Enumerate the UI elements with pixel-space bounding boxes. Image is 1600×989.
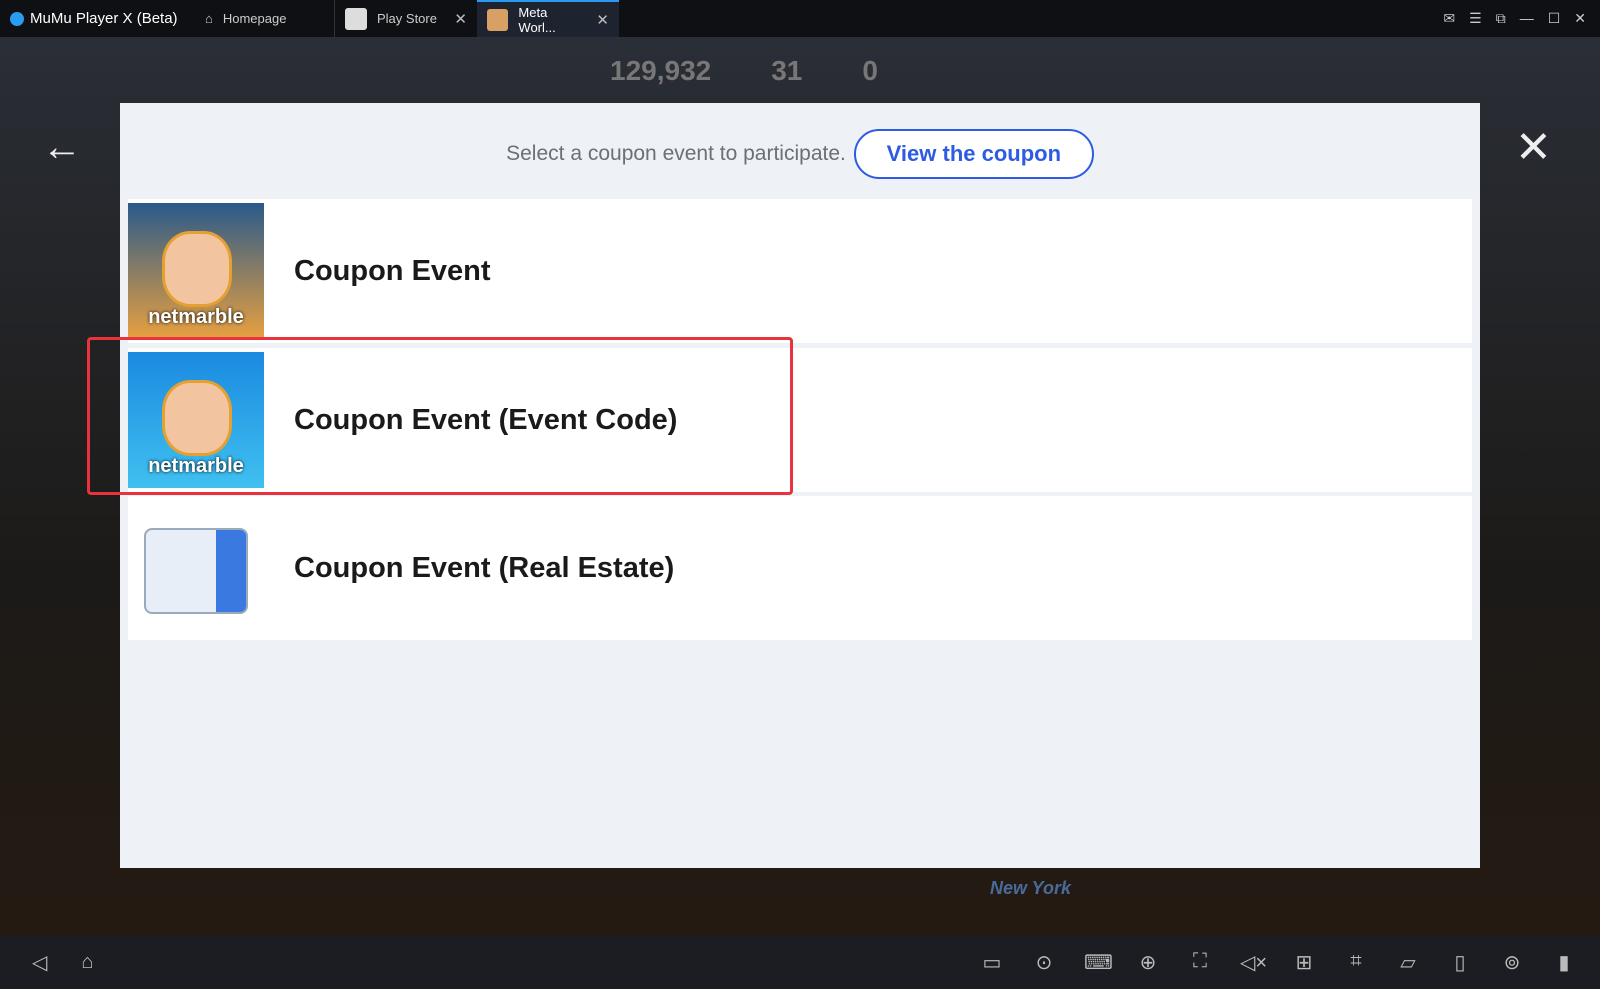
operation-record-icon[interactable]: ⊙ xyxy=(1032,950,1056,975)
close-tab-icon[interactable]: ✕ xyxy=(596,11,609,29)
bottom-toolbar: ◁ ⌂ ▭ ⊙ ⌨ ⊕ ⛶ ◁× ⊞ ⌗ ▱ ▯ ⊚ ▮ xyxy=(0,936,1600,989)
folder-icon[interactable]: ▱ xyxy=(1396,950,1420,975)
close-tab-icon[interactable]: ✕ xyxy=(454,10,467,28)
home-icon[interactable]: ⌂ xyxy=(81,951,93,974)
minimize-icon[interactable]: — xyxy=(1520,10,1534,27)
home-icon: ⌂ xyxy=(205,11,213,26)
play-store-icon xyxy=(345,7,367,30)
menu-icon[interactable]: ☰ xyxy=(1469,10,1482,27)
record-icon[interactable]: ▭ xyxy=(980,950,1004,975)
close-dialog-icon[interactable]: ✕ xyxy=(1515,122,1552,173)
gamepad-icon[interactable]: ⊕ xyxy=(1136,950,1160,975)
hud: 129,932 31 0 xyxy=(610,55,878,86)
location-label: New York xyxy=(990,878,1072,898)
mumu-logo-icon xyxy=(10,11,24,26)
title-bar: MuMu Player X (Beta) ⌂ Homepage Play Stor… xyxy=(0,0,1600,37)
game-icon xyxy=(487,8,509,31)
tab-meta-world[interactable]: Meta Worl... ✕ xyxy=(477,0,619,37)
mute-icon[interactable]: ◁× xyxy=(1240,950,1267,975)
fullscreen-icon[interactable]: ⛶ xyxy=(1188,950,1212,975)
multi-window-icon[interactable]: ▮ xyxy=(1552,950,1576,975)
location-icon[interactable]: ⊚ xyxy=(1500,950,1524,975)
back-arrow-icon[interactable]: ← xyxy=(42,125,82,170)
tab-play-store[interactable]: Play Store ✕ xyxy=(335,0,477,37)
install-apk-icon[interactable]: ⊞ xyxy=(1292,950,1316,975)
real-estate-ticket-icon xyxy=(128,500,264,636)
keyboard-icon[interactable]: ⌨ xyxy=(1084,950,1113,975)
tab-homepage[interactable]: ⌂ Homepage xyxy=(195,0,335,37)
shake-icon[interactable]: ▯ xyxy=(1448,950,1472,975)
coupon-event-item[interactable]: netmarble Coupon Event xyxy=(128,199,1472,343)
app-title: MuMu Player X (Beta) xyxy=(0,10,195,27)
mail-icon[interactable]: ✉ xyxy=(1443,10,1455,27)
close-icon[interactable]: ✕ xyxy=(1574,10,1586,27)
highlight-box xyxy=(87,337,793,495)
back-icon[interactable]: ◁ xyxy=(32,950,47,975)
coupon-real-estate-item[interactable]: Coupon Event (Real Estate) xyxy=(128,496,1472,640)
view-coupon-button[interactable]: View the coupon xyxy=(853,129,1094,179)
maximize-icon[interactable]: ☐ xyxy=(1548,10,1561,27)
crop-icon[interactable]: ⌗ xyxy=(1344,950,1368,975)
pin-icon[interactable]: ⧉ xyxy=(1496,10,1506,27)
prompt-text: Select a coupon event to participate. xyxy=(506,142,846,165)
netmarble-thumbnail: netmarble xyxy=(128,203,264,339)
